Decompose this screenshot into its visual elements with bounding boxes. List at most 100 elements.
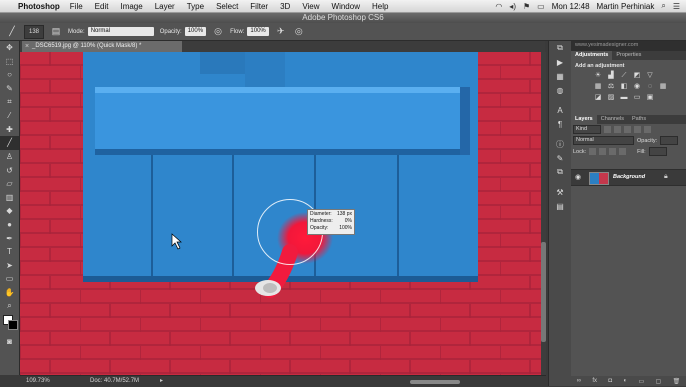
character-panel-icon[interactable]: A — [549, 103, 571, 117]
eraser-tool-icon[interactable]: ▱ — [0, 177, 19, 191]
black-white-icon[interactable]: ◧ — [619, 82, 629, 91]
lasso-tool-icon[interactable]: ○ — [0, 68, 19, 82]
layer-row-background[interactable]: ◉ Background 🔒︎ — [571, 169, 686, 186]
shape-tool-icon[interactable]: ▭ — [0, 272, 19, 286]
layer-comps-icon[interactable]: ▤ — [549, 199, 571, 213]
layer-style-icon[interactable]: fx — [592, 378, 597, 384]
document-tab[interactable]: × _DSC6519.jpg @ 110% (Quick Mask/8) * — [22, 41, 182, 52]
swatches-panel-icon[interactable]: ▦ — [549, 69, 571, 83]
menu-type[interactable]: Type — [187, 2, 204, 11]
menu-filter[interactable]: Filter — [250, 2, 268, 11]
mode-select[interactable]: Normal — [87, 27, 154, 36]
filter-type-icon[interactable] — [624, 126, 631, 133]
brush-panel-toggle-icon[interactable]: ▤ — [50, 26, 62, 38]
marquee-tool-icon[interactable]: ⬚ — [0, 55, 19, 69]
posterize-icon[interactable]: ▨ — [606, 93, 616, 102]
status-menu-arrow-icon[interactable]: ▸ — [160, 377, 163, 384]
hue-saturation-icon[interactable]: ▦ — [593, 82, 603, 91]
menu-edit[interactable]: Edit — [95, 2, 109, 11]
vibrance-icon[interactable]: ▽ — [645, 71, 655, 80]
invert-icon[interactable]: ◪ — [593, 93, 603, 102]
link-layers-icon[interactable]: ∞ — [577, 378, 581, 384]
blend-mode-select[interactable]: Normal — [573, 136, 634, 145]
tab-paths[interactable]: Paths — [628, 115, 650, 124]
info-panel-icon[interactable]: ⓘ — [549, 137, 571, 151]
exposure-icon[interactable]: ◩ — [632, 71, 642, 80]
lock-image-icon[interactable] — [599, 148, 607, 155]
menu-help[interactable]: Help — [372, 2, 388, 11]
volume-icon[interactable]: ◂) — [509, 2, 516, 11]
hand-tool-icon[interactable]: ✋ — [0, 286, 19, 300]
menu-user[interactable]: Martin Perhiniak — [597, 2, 655, 11]
clone-source-icon[interactable]: ⧉ — [549, 165, 571, 179]
lock-transparent-icon[interactable] — [589, 148, 597, 155]
document-size[interactable]: Doc: 40.7M/52.7M — [90, 378, 139, 384]
new-adjustment-icon[interactable]: ◐ — [623, 378, 627, 384]
quick-mask-mode-icon[interactable]: ◙ — [0, 335, 19, 349]
quick-selection-tool-icon[interactable]: ✎ — [0, 82, 19, 96]
photo-filter-icon[interactable]: ◉ — [632, 82, 642, 91]
canvas-vertical-scrollbar[interactable] — [541, 52, 546, 375]
pen-tool-icon[interactable]: ✒ — [0, 231, 19, 245]
wifi-icon[interactable]: ◠ — [495, 2, 502, 11]
menu-clock[interactable]: Mon 12:48 — [552, 2, 590, 11]
type-tool-icon[interactable]: T — [0, 245, 19, 259]
path-selection-tool-icon[interactable]: ➤ — [0, 259, 19, 273]
flow-field[interactable]: 100% — [247, 27, 269, 36]
tab-adjustments[interactable]: Adjustments — [571, 51, 613, 60]
menu-3d[interactable]: 3D — [280, 2, 290, 11]
filter-shape-icon[interactable] — [634, 126, 641, 133]
brush-preset-picker[interactable]: 138 — [24, 24, 44, 39]
pressure-opacity-icon[interactable]: ◎ — [212, 26, 224, 38]
menu-view[interactable]: View — [302, 2, 319, 11]
crop-tool-icon[interactable]: ⌗ — [0, 95, 19, 109]
fill-field[interactable] — [648, 147, 667, 156]
tab-channels[interactable]: Channels — [597, 115, 628, 124]
menu-image[interactable]: Image — [120, 2, 142, 11]
curves-icon[interactable]: ⟋ — [619, 71, 629, 80]
levels-icon[interactable]: ▟ — [606, 71, 616, 80]
delete-layer-icon[interactable]: 🗑︎ — [673, 378, 681, 385]
dodge-tool-icon[interactable]: ● — [0, 218, 19, 232]
gradient-tool-icon[interactable]: ▥ — [0, 191, 19, 205]
spotlight-search-icon[interactable]: ⌕ — [661, 1, 665, 11]
battery-icon[interactable]: ▭ — [537, 2, 545, 11]
flag-icon[interactable]: ⚑ — [523, 2, 530, 11]
visibility-eye-icon[interactable]: ◉ — [575, 173, 581, 181]
pressure-size-icon[interactable]: ◎ — [293, 26, 305, 38]
add-mask-icon[interactable]: ◘ — [608, 378, 612, 384]
move-tool-icon[interactable]: ✥ — [0, 41, 19, 55]
kind-filter-select[interactable]: Kind — [573, 125, 601, 134]
lock-all-icon[interactable] — [619, 148, 627, 155]
zoom-tool-icon[interactable]: ⌕ — [0, 299, 19, 313]
paragraph-panel-icon[interactable]: ¶ — [549, 117, 571, 131]
brush-tool-icon-active[interactable]: ╱ — [0, 136, 19, 150]
opacity-field[interactable]: 100% — [184, 27, 207, 36]
new-group-icon[interactable]: ▭ — [638, 378, 644, 385]
blur-tool-icon[interactable]: ◆ — [0, 204, 19, 218]
new-layer-icon[interactable]: ▢ — [656, 378, 662, 385]
eyedropper-tool-icon[interactable]: ⁄ — [0, 109, 19, 123]
filter-adjustment-icon[interactable] — [614, 126, 621, 133]
lock-position-icon[interactable] — [609, 148, 617, 155]
filter-smart-icon[interactable] — [644, 126, 651, 133]
image-canvas[interactable]: Diameter: 138 px Hardness: 0% Opacity: 100% — [20, 52, 541, 375]
history-brush-tool-icon[interactable]: ↺ — [0, 163, 19, 177]
gradient-map-icon[interactable]: ▭ — [632, 93, 642, 102]
brightness-contrast-icon[interactable]: ☀ — [593, 71, 603, 80]
selective-color-icon[interactable]: ▣ — [645, 93, 655, 102]
tab-layers[interactable]: Layers — [571, 115, 597, 124]
brush-panel-icon[interactable]: ✎ — [549, 151, 571, 165]
threshold-icon[interactable]: ▬ — [619, 93, 629, 102]
color-lookup-icon[interactable]: ▦ — [658, 82, 668, 91]
menu-layer[interactable]: Layer — [155, 2, 175, 11]
channel-mixer-icon[interactable]: ◌ — [645, 82, 655, 91]
brush-tool-icon[interactable]: ╱ — [6, 26, 18, 38]
layer-opacity-field[interactable] — [660, 136, 679, 145]
menu-select[interactable]: Select — [216, 2, 238, 11]
horizontal-scroll-thumb[interactable] — [410, 380, 460, 384]
filter-pixel-icon[interactable] — [604, 126, 611, 133]
airbrush-icon[interactable]: ✈ — [275, 26, 287, 38]
clone-stamp-tool-icon[interactable]: ♙ — [0, 150, 19, 164]
notification-list-icon[interactable]: ☰ — [673, 2, 680, 11]
